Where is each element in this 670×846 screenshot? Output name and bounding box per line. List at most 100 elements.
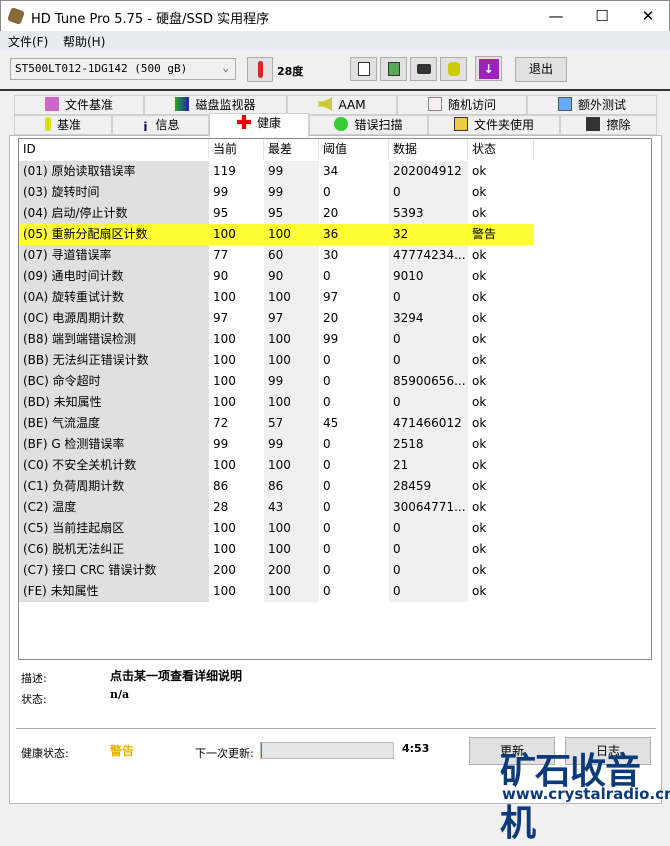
cell-data: 9010 xyxy=(389,266,468,287)
cell-id: (C1) 负荷周期计数 xyxy=(19,476,209,497)
divider xyxy=(16,728,656,729)
table-row[interactable]: (C1) 负荷周期计数 86 86 0 28459 ok xyxy=(19,476,651,497)
table-row[interactable]: (C7) 接口 CRC 错误计数 200 200 0 0 ok xyxy=(19,560,651,581)
cell-id: (0C) 电源周期计数 xyxy=(19,308,209,329)
tab-info[interactable]: i 信息 xyxy=(112,115,209,135)
smart-table[interactable]: ID 当前 最差 阈值 数据 状态 (01) 原始读取错误率 119 99 34 20200491… xyxy=(18,138,652,660)
tab-benchmark[interactable]: 基准 xyxy=(14,115,112,135)
table-row[interactable]: (BD) 未知属性 100 100 0 0 ok xyxy=(19,392,651,413)
column-header-current[interactable]: 当前 xyxy=(209,139,264,160)
cell-data: 47774234... xyxy=(389,245,468,266)
minimize-button[interactable]: — xyxy=(533,1,579,32)
cell-status: ok xyxy=(468,560,534,581)
cell-status: ok xyxy=(468,350,534,371)
cell-id: (0A) 旋转重试计数 xyxy=(19,287,209,308)
exclamation-icon xyxy=(44,117,51,131)
tab-label: 信息 xyxy=(155,118,180,132)
table-row[interactable]: (C6) 脱机无法纠正 100 100 0 0 ok xyxy=(19,539,651,560)
tab-health[interactable]: 健康 xyxy=(209,113,309,137)
table-row[interactable]: (BF) G 检测错误率 99 99 0 2518 ok xyxy=(19,434,651,455)
table-row[interactable]: (0C) 电源周期计数 97 97 20 3294 ok xyxy=(19,308,651,329)
description-label: 描述: xyxy=(21,672,47,685)
exit-button[interactable]: 退出 xyxy=(515,57,567,82)
save-button[interactable]: ↓ xyxy=(475,56,502,81)
cell-threshold: 0 xyxy=(319,497,389,518)
cell-worst: 57 xyxy=(264,413,319,434)
table-row[interactable]: (FE) 未知属性 100 100 0 0 ok xyxy=(19,581,651,602)
cell-id: (C5) 当前挂起扇区 xyxy=(19,518,209,539)
table-row[interactable]: (BB) 无法纠正错误计数 100 100 0 0 ok xyxy=(19,350,651,371)
table-row[interactable]: (07) 寻道错误率 77 60 30 47774234... ok xyxy=(19,245,651,266)
description-value: 点击某一项查看详细说明 xyxy=(110,669,243,683)
cell-status: ok xyxy=(468,182,534,203)
table-row[interactable]: (BE) 气流温度 72 57 45 471466012 ok xyxy=(19,413,651,434)
window-title: HD Tune Pro 5.75 - 硬盘/SSD 实用程序 xyxy=(31,12,270,27)
cell-status: ok xyxy=(468,539,534,560)
cell-worst: 200 xyxy=(264,560,319,581)
options-button[interactable] xyxy=(440,57,467,81)
column-header-data[interactable]: 数据 xyxy=(389,139,468,160)
close-button[interactable]: ✕ xyxy=(625,1,670,32)
magnifier-icon xyxy=(334,117,349,131)
trash-icon xyxy=(586,117,601,131)
update-progress-bar xyxy=(260,742,394,759)
title-bar: HD Tune Pro 5.75 - 硬盘/SSD 实用程序 — ☐ ✕ xyxy=(0,0,670,31)
table-row[interactable]: (01) 原始读取错误率 119 99 34 202004912 ok xyxy=(19,161,651,182)
download-arrow-icon: ↓ xyxy=(478,59,499,79)
tab-label: 随机访问 xyxy=(447,98,496,112)
copy-text-button[interactable] xyxy=(350,57,377,81)
tab-file-benchmark[interactable]: 文件基准 xyxy=(14,95,144,115)
cell-worst: 100 xyxy=(264,455,319,476)
table-row[interactable]: (09) 通电时间计数 90 90 0 9010 ok xyxy=(19,266,651,287)
cell-data: 21 xyxy=(389,455,468,476)
table-row[interactable]: (C5) 当前挂起扇区 100 100 0 0 ok xyxy=(19,518,651,539)
temperature-button[interactable] xyxy=(247,57,273,82)
copy-image-button[interactable] xyxy=(380,57,407,81)
cell-status: ok xyxy=(468,518,534,539)
table-row[interactable]: (C0) 不安全关机计数 100 100 0 21 ok xyxy=(19,455,651,476)
cell-id: (BF) G 检测错误率 xyxy=(19,434,209,455)
column-header-threshold[interactable]: 阈值 xyxy=(319,139,389,160)
cell-worst: 90 xyxy=(264,266,319,287)
tab-aam[interactable]: AAM xyxy=(287,95,397,115)
table-row[interactable]: (03) 旋转时间 99 99 0 0 ok xyxy=(19,182,651,203)
table-row[interactable]: (05) 重新分配扇区计数 100 100 36 32 警告 xyxy=(19,224,651,245)
cell-worst: 86 xyxy=(264,476,319,497)
cell-threshold: 34 xyxy=(319,161,389,182)
info-icon: i xyxy=(143,120,148,134)
cell-worst: 99 xyxy=(264,371,319,392)
menu-file[interactable]: 文件(F) xyxy=(8,33,48,50)
drive-select[interactable]: ST500LT012-1DG142 (500 gB) ⌄ xyxy=(10,58,236,80)
column-header-id[interactable]: ID xyxy=(19,139,209,160)
column-header-worst[interactable]: 最差 xyxy=(264,139,319,160)
column-header-status[interactable]: 状态 xyxy=(468,139,534,160)
cell-status: ok xyxy=(468,203,534,224)
cell-data: 3294 xyxy=(389,308,468,329)
table-row[interactable]: (B8) 端到端错误检测 100 100 99 0 ok xyxy=(19,329,651,350)
cell-status: ok xyxy=(468,476,534,497)
status-label: 状态: xyxy=(21,693,47,706)
cell-data: 0 xyxy=(389,287,468,308)
table-row[interactable]: (04) 启动/停止计数 95 95 20 5393 ok xyxy=(19,203,651,224)
tab-folder-usage[interactable]: 文件夹使用 xyxy=(428,115,560,135)
tab-disk-monitor[interactable]: 磁盘监视器 xyxy=(144,95,287,115)
tab-erase[interactable]: 擦除 xyxy=(560,115,657,135)
cell-status: ok xyxy=(468,497,534,518)
tab-label: 文件基准 xyxy=(64,98,113,112)
cell-threshold: 0 xyxy=(319,539,389,560)
cell-worst: 95 xyxy=(264,203,319,224)
tab-random-access[interactable]: 随机访问 xyxy=(397,95,527,115)
tab-error-scan[interactable]: 错误扫描 xyxy=(309,115,428,135)
table-row[interactable]: (BC) 命令超时 100 99 0 85900656... ok xyxy=(19,371,651,392)
cell-worst: 97 xyxy=(264,308,319,329)
maximize-button[interactable]: ☐ xyxy=(579,1,625,32)
menu-help[interactable]: 帮助(H) xyxy=(63,33,105,50)
screenshot-button[interactable] xyxy=(410,57,437,81)
table-row[interactable]: (0A) 旋转重试计数 100 100 97 0 ok xyxy=(19,287,651,308)
cell-data: 202004912 xyxy=(389,161,468,182)
cell-status: 警告 xyxy=(468,224,534,245)
tab-extra-tests[interactable]: 额外测试 xyxy=(527,95,657,115)
cell-id: (01) 原始读取错误率 xyxy=(19,161,209,182)
cell-current: 28 xyxy=(209,497,264,518)
table-row[interactable]: (C2) 温度 28 43 0 30064771... ok xyxy=(19,497,651,518)
